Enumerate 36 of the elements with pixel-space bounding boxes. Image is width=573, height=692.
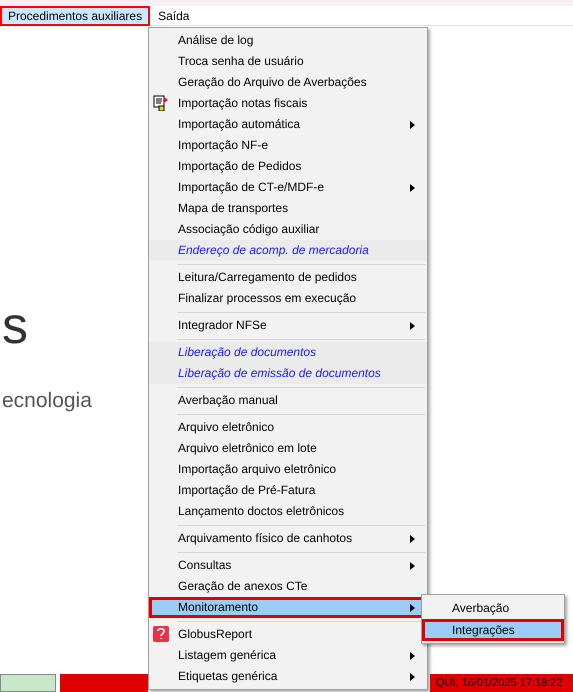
menu-item[interactable]: Troca senha de usuário: [149, 51, 427, 72]
menu-item[interactable]: Liberação de documentos: [149, 342, 427, 363]
menu-item[interactable]: Endereço de acomp. de mercadoria: [149, 240, 427, 261]
menu-item[interactable]: Liberação de emissão de documentos: [149, 363, 427, 384]
menu-item[interactable]: Listagem genérica: [149, 645, 427, 666]
menu-item[interactable]: Importação notas fiscais: [149, 93, 427, 114]
app-heading: s: [2, 296, 28, 356]
menu-item[interactable]: Arquivamento físico de canhotos: [149, 528, 427, 549]
report-icon: [153, 626, 169, 642]
status-clock: QUI, 16/01/2025 17:18:22: [430, 674, 573, 692]
menu-item[interactable]: Lançamento doctos eletrônicos: [149, 501, 427, 522]
menu-item[interactable]: Análise de log: [149, 30, 427, 51]
menu-item[interactable]: Geração de anexos CTe: [149, 576, 427, 597]
menu-bar-item[interactable]: Procedimentos auxiliares: [0, 6, 150, 26]
menu-item[interactable]: Importação automática: [149, 114, 427, 135]
menu-item[interactable]: Integrador NFSe: [149, 315, 427, 336]
menu-item[interactable]: Importação de Pré-Fatura: [149, 480, 427, 501]
menu-item[interactable]: Associação código auxiliar: [149, 219, 427, 240]
menu-item[interactable]: Arquivo eletrônico em lote: [149, 438, 427, 459]
menu-item[interactable]: Geração do Arquivo de Averbações: [149, 72, 427, 93]
menu-item[interactable]: Importação NF-e: [149, 135, 427, 156]
document-icon: [153, 95, 169, 111]
menu-item[interactable]: Importação arquivo eletrônico: [149, 459, 427, 480]
menu-item[interactable]: Arquivo eletrônico: [149, 417, 427, 438]
menu-item[interactable]: Finalizar processos em execução: [149, 288, 427, 309]
app-tagline: ecnologia: [2, 388, 92, 414]
status-panel: [0, 674, 56, 692]
menu-item[interactable]: Importação de CT-e/MDF-e: [149, 177, 427, 198]
menu-item[interactable]: Importação de Pedidos: [149, 156, 427, 177]
menu-item[interactable]: Averbação manual: [149, 390, 427, 411]
menu-item[interactable]: Leitura/Carregamento de pedidos: [149, 267, 427, 288]
submenu-item[interactable]: Integrações: [422, 619, 564, 641]
menu-item[interactable]: Consultas: [149, 555, 427, 576]
menu-item[interactable]: Mapa de transportes: [149, 198, 427, 219]
menu-item[interactable]: Etiquetas genérica: [149, 666, 427, 687]
menu-bar-item[interactable]: Saída: [150, 6, 198, 26]
